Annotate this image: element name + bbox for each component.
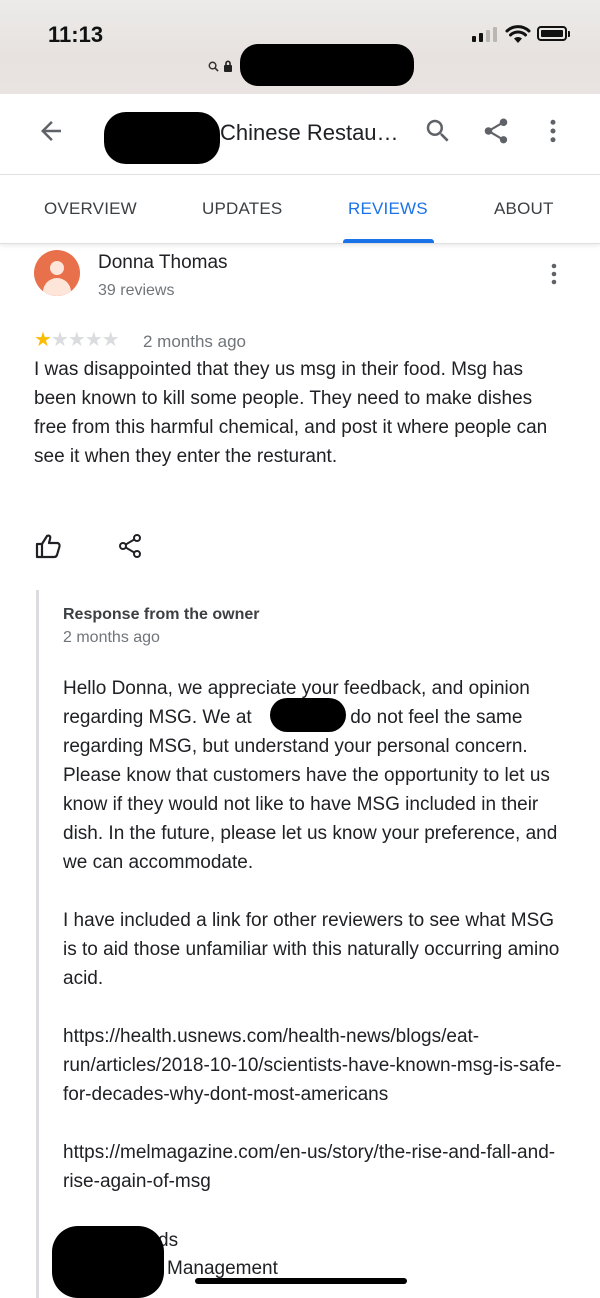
review-date: 2 months ago (143, 332, 247, 351)
lock-icon (224, 60, 232, 72)
response-link[interactable]: https://melmagazine.com/en-us/story/the-… (63, 1138, 573, 1196)
share-icon[interactable] (481, 116, 511, 146)
reviewer-review-count: 39 reviews (98, 282, 175, 299)
status-time: 11:13 (48, 22, 104, 47)
status-bar: 11:13 (0, 0, 600, 94)
thumbs-up-icon[interactable] (34, 533, 62, 559)
star-icon: ★ (84, 329, 103, 351)
reviewer-name[interactable]: Donna Thomas (98, 252, 228, 274)
battery-icon (537, 26, 570, 41)
response-link[interactable]: https://health.usnews.com/health-news/bl… (63, 1022, 573, 1109)
tab-overview[interactable]: OVERVIEW (44, 199, 137, 219)
home-indicator (195, 1278, 407, 1284)
tab-reviews[interactable]: REVIEWS (348, 199, 428, 219)
url-bar[interactable] (208, 60, 233, 72)
tab-updates[interactable]: UPDATES (202, 199, 282, 219)
star-icon: ★ (34, 329, 52, 351)
search-icon (208, 61, 219, 72)
star-rating: ★★★★★ (34, 329, 120, 351)
response-date: 2 months ago (63, 629, 160, 646)
redaction-mark (240, 44, 414, 86)
review-text: I was disappointed that they us msg in t… (34, 359, 548, 467)
star-icon: ★ (67, 329, 86, 351)
redaction-mark (52, 1226, 164, 1298)
owner-response: Response from the owner 2 months ago Hel… (36, 590, 579, 1298)
more-vert-icon[interactable] (546, 262, 562, 286)
response-title: Response from the owner (63, 606, 260, 623)
share-icon[interactable] (118, 533, 142, 559)
star-icon: ★ (101, 329, 120, 351)
redaction-mark (270, 698, 346, 732)
avatar[interactable] (34, 250, 80, 296)
redaction-mark (104, 112, 220, 164)
app-bar: Chinese Restau… (0, 94, 600, 175)
tab-about[interactable]: ABOUT (494, 199, 554, 219)
star-icon: ★ (50, 329, 69, 351)
active-tab-indicator (343, 239, 434, 243)
search-icon[interactable] (423, 116, 453, 146)
wifi-icon (505, 25, 531, 43)
response-paragraph: I have included a link for other reviewe… (63, 910, 560, 989)
tab-bar: OVERVIEW UPDATES REVIEWS ABOUT (0, 175, 600, 244)
back-arrow-icon[interactable] (36, 116, 66, 146)
cellular-signal-icon (472, 27, 497, 42)
more-vert-icon[interactable] (538, 116, 568, 146)
